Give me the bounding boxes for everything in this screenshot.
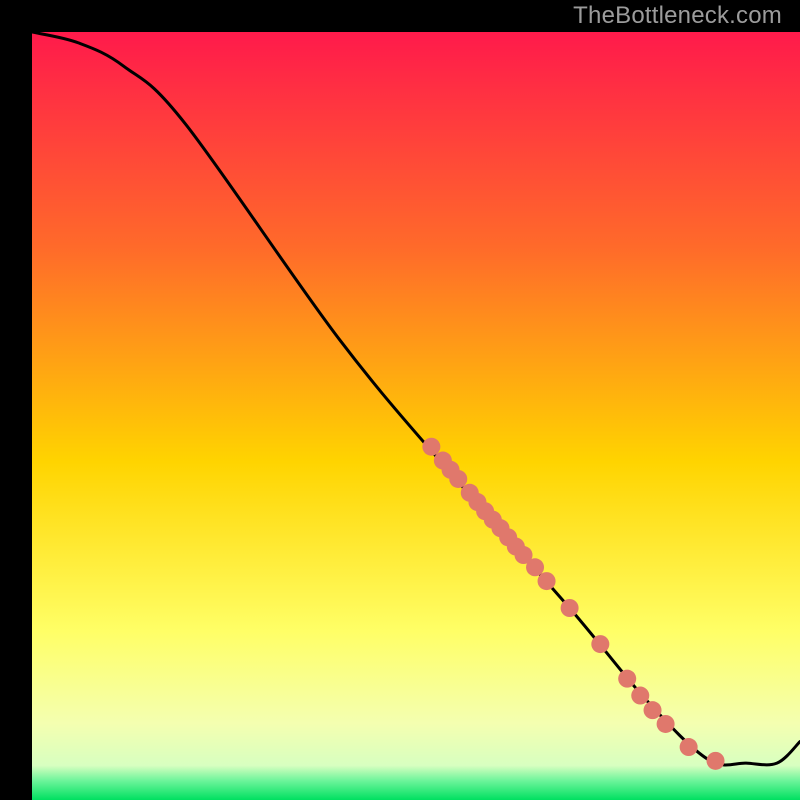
data-marker	[657, 715, 675, 733]
gradient-background	[32, 32, 800, 800]
data-marker	[631, 687, 649, 705]
data-marker	[644, 701, 662, 719]
data-marker	[707, 752, 725, 770]
chart-frame	[16, 16, 784, 784]
data-marker	[538, 572, 556, 590]
data-marker	[591, 635, 609, 653]
data-marker	[422, 438, 440, 456]
data-marker	[449, 470, 467, 488]
bottleneck-chart	[32, 32, 800, 800]
watermark-text: TheBottleneck.com	[573, 2, 782, 30]
data-marker	[618, 670, 636, 688]
data-marker	[561, 599, 579, 617]
data-marker	[680, 738, 698, 756]
data-marker	[526, 558, 544, 576]
